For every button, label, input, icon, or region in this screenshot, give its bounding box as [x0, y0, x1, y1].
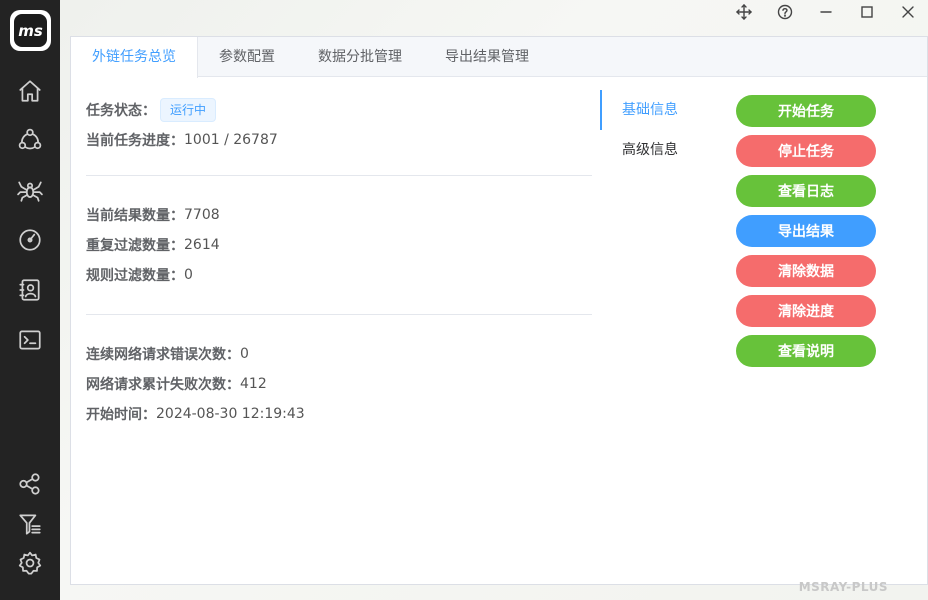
result-count-label: 当前结果数量：	[86, 208, 184, 224]
contacts-icon[interactable]	[14, 274, 46, 306]
home-icon[interactable]	[14, 75, 46, 107]
rule-filter-value: 0	[184, 267, 193, 283]
progress-label: 当前任务进度：	[86, 133, 184, 149]
clear-data-button[interactable]: 清除数据	[736, 255, 876, 287]
spider-icon[interactable]	[14, 174, 46, 206]
logo-text: ms	[14, 14, 47, 47]
status-row: 任务状态： 运行中	[86, 95, 592, 125]
gauge-icon[interactable]	[14, 224, 46, 256]
move-icon[interactable]	[724, 0, 764, 24]
consecutive-err-value: 0	[240, 346, 249, 362]
total-fail-row: 网络请求累计失败次数： 412	[86, 369, 592, 399]
status-badge: 运行中	[160, 98, 217, 122]
total-fail-label: 网络请求累计失败次数：	[86, 377, 240, 393]
help-icon[interactable]	[765, 0, 805, 24]
side-tab-basic[interactable]: 基础信息	[600, 90, 710, 130]
stop-task-button[interactable]: 停止任务	[736, 135, 876, 167]
overview-info: 任务状态： 运行中 当前任务进度： 1001 / 26787 当前结果数量： 7…	[86, 95, 592, 429]
start-time-row: 开始时间： 2024-08-30 12:19:43	[86, 399, 592, 429]
minimize-icon[interactable]	[806, 0, 846, 24]
export-results-button[interactable]: 导出结果	[736, 215, 876, 247]
share-nodes-icon[interactable]	[14, 468, 46, 500]
rule-filter-row: 规则过滤数量： 0	[86, 260, 592, 290]
result-count-value: 7708	[184, 207, 220, 223]
sidebar: ms	[0, 0, 60, 600]
view-help-button[interactable]: 查看说明	[736, 335, 876, 367]
app-logo: ms	[10, 10, 51, 51]
consecutive-err-label: 连续网络请求错误次数：	[86, 347, 240, 363]
filter-icon[interactable]	[14, 508, 46, 540]
dup-filter-row: 重复过滤数量： 2614	[86, 230, 592, 260]
start-time-label: 开始时间：	[86, 407, 156, 423]
result-count-row: 当前结果数量： 7708	[86, 200, 592, 230]
consecutive-err-row: 连续网络请求错误次数： 0	[86, 339, 592, 369]
start-time-value: 2024-08-30 12:19:43	[156, 406, 305, 422]
start-task-button[interactable]: 开始任务	[736, 95, 876, 127]
action-buttons: 开始任务 停止任务 查看日志 导出结果 清除数据 清除进度 查看说明	[736, 95, 877, 375]
terminal-icon[interactable]	[14, 324, 46, 356]
clear-progress-button[interactable]: 清除进度	[736, 295, 876, 327]
tab-params[interactable]: 参数配置	[198, 37, 297, 77]
tab-bar: 外链任务总览 参数配置 数据分批管理 导出结果管理	[71, 37, 927, 78]
info-side-tabs: 基础信息 高级信息	[600, 90, 710, 170]
watermark: MSRAY-PLUS	[798, 580, 888, 594]
window-controls	[723, 0, 928, 24]
gear-icon[interactable]	[14, 547, 46, 579]
total-fail-value: 412	[240, 376, 267, 392]
dup-filter-label: 重复过滤数量：	[86, 238, 184, 254]
tab-export[interactable]: 导出结果管理	[424, 37, 551, 77]
main-panel: 外链任务总览 参数配置 数据分批管理 导出结果管理 任务状态： 运行中 当前任务…	[70, 36, 928, 585]
maximize-icon[interactable]	[847, 0, 887, 24]
side-tab-advanced[interactable]: 高级信息	[600, 130, 710, 170]
progress-row: 当前任务进度： 1001 / 26787	[86, 125, 592, 155]
progress-value: 1001 / 26787	[184, 132, 278, 148]
tab-overview[interactable]: 外链任务总览	[71, 37, 198, 78]
status-label: 任务状态：	[86, 103, 156, 119]
rule-filter-label: 规则过滤数量：	[86, 268, 184, 284]
close-icon[interactable]	[888, 0, 928, 24]
network-icon[interactable]	[14, 124, 46, 156]
dup-filter-value: 2614	[184, 237, 220, 253]
tab-batch[interactable]: 数据分批管理	[297, 37, 424, 77]
view-log-button[interactable]: 查看日志	[736, 175, 876, 207]
